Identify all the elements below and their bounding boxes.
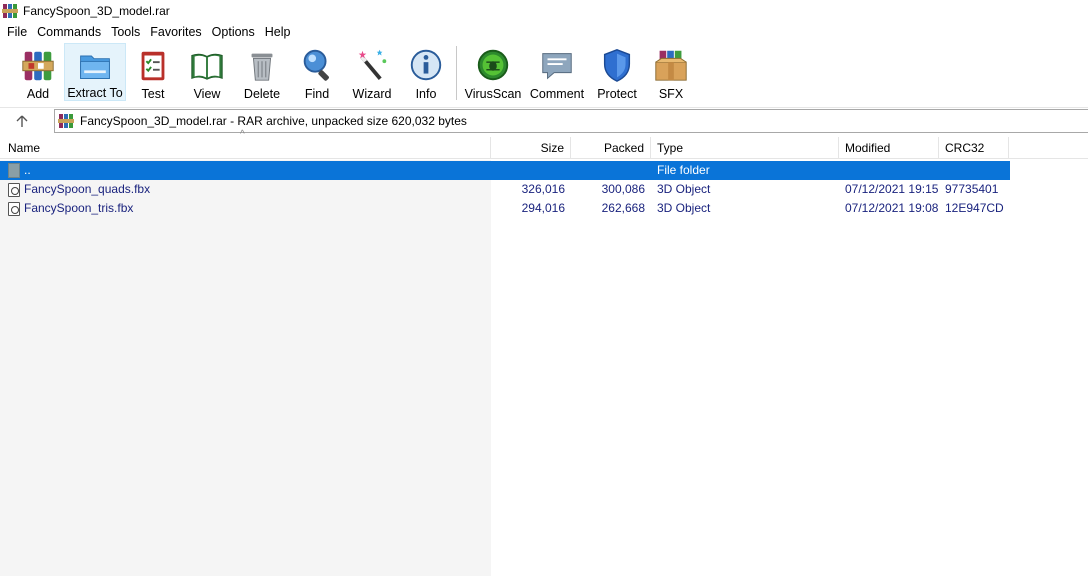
menu-favorites[interactable]: Favorites bbox=[145, 22, 206, 43]
virusscan-button[interactable]: VirusScan bbox=[461, 43, 525, 101]
view-label: View bbox=[193, 87, 221, 101]
row-type: 3D Object bbox=[657, 201, 711, 215]
fbx-file-icon bbox=[8, 183, 20, 197]
row-name: .. bbox=[24, 163, 31, 177]
test-clipboard-icon bbox=[141, 51, 165, 81]
row-name: FancySpoon_tris.fbx bbox=[24, 201, 134, 215]
toolbar-separator bbox=[456, 46, 457, 100]
fbx-file-icon bbox=[8, 202, 20, 216]
view-book-icon bbox=[191, 53, 223, 80]
test-button[interactable]: Test bbox=[126, 43, 180, 101]
column-header-row: ^ Name Size Packed Type Modified CRC32 bbox=[0, 130, 1088, 159]
comment-label: Comment bbox=[529, 87, 585, 101]
comment-icon bbox=[542, 53, 572, 80]
row-size: 326,016 bbox=[521, 182, 565, 196]
menu-bar: File Commands Tools Favorites Options He… bbox=[0, 22, 1088, 43]
row-size: 294,016 bbox=[521, 201, 565, 215]
row-modified: 07/12/2021 19:08 bbox=[845, 201, 939, 215]
magnifier-icon bbox=[303, 49, 329, 81]
title-bar: FancySpoon_3D_model.rar bbox=[0, 0, 1088, 22]
virus-scan-icon bbox=[477, 49, 509, 81]
winrar-app-icon bbox=[2, 3, 18, 19]
menu-options[interactable]: Options bbox=[207, 22, 260, 43]
extract-to-button[interactable]: Extract To bbox=[64, 43, 126, 101]
parent-folder-icon bbox=[8, 163, 20, 178]
comment-button[interactable]: Comment bbox=[525, 43, 589, 101]
row-type: File folder bbox=[657, 163, 710, 177]
menu-tools[interactable]: Tools bbox=[106, 22, 145, 43]
trash-icon bbox=[251, 53, 273, 81]
row-type: 3D Object bbox=[657, 182, 711, 196]
add-label: Add bbox=[26, 87, 50, 101]
protect-button[interactable]: Protect bbox=[589, 43, 645, 101]
wizard-label: Wizard bbox=[352, 87, 392, 101]
row-packed: 300,086 bbox=[601, 182, 645, 196]
sfx-label: SFX bbox=[658, 87, 684, 101]
arrow-up-icon bbox=[16, 115, 28, 127]
info-icon bbox=[410, 49, 442, 81]
info-button[interactable]: Info bbox=[400, 43, 452, 101]
find-label: Find bbox=[304, 87, 330, 101]
address-bar: FancySpoon_3D_model.rar - RAR archive, u… bbox=[0, 107, 1088, 133]
list-item-file[interactable]: FancySpoon_quads.fbx 326,016 300,086 3D … bbox=[0, 180, 1010, 199]
magic-wand-icon bbox=[358, 49, 387, 80]
column-header-name[interactable]: Name bbox=[0, 137, 491, 159]
row-crc32: 12E947CD bbox=[945, 201, 1004, 215]
toolbar: Add Extract To Test View Delete Find Wiz… bbox=[0, 43, 1088, 103]
path-field[interactable]: FancySpoon_3D_model.rar - RAR archive, u… bbox=[54, 109, 1088, 133]
wizard-button[interactable]: Wizard bbox=[344, 43, 400, 101]
delete-button[interactable]: Delete bbox=[234, 43, 290, 101]
column-header-crc32[interactable]: CRC32 bbox=[939, 137, 1009, 159]
extract-folder-icon bbox=[80, 55, 110, 79]
column-header-size[interactable]: Size bbox=[491, 137, 571, 159]
protect-label: Protect bbox=[597, 87, 637, 101]
virusscan-label: VirusScan bbox=[464, 87, 522, 101]
column-header-packed[interactable]: Packed bbox=[571, 137, 651, 159]
archive-icon bbox=[58, 113, 74, 129]
test-label: Test bbox=[141, 87, 165, 101]
menu-file[interactable]: File bbox=[2, 22, 32, 43]
add-button[interactable]: Add bbox=[12, 43, 64, 101]
extract-to-label: Extract To bbox=[67, 86, 123, 100]
view-button[interactable]: View bbox=[180, 43, 234, 101]
row-modified: 07/12/2021 19:15 bbox=[845, 182, 939, 196]
delete-label: Delete bbox=[243, 87, 281, 101]
column-header-type[interactable]: Type bbox=[651, 137, 839, 159]
find-button[interactable]: Find bbox=[290, 43, 344, 101]
add-archive-icon bbox=[22, 51, 54, 81]
menu-commands[interactable]: Commands bbox=[32, 22, 106, 43]
list-item-parent-folder[interactable]: .. File folder bbox=[0, 161, 1010, 180]
row-packed: 262,668 bbox=[601, 201, 645, 215]
row-name: FancySpoon_quads.fbx bbox=[24, 182, 151, 196]
list-item-file[interactable]: FancySpoon_tris.fbx 294,016 262,668 3D O… bbox=[0, 199, 1010, 218]
file-list: .. File folder FancySpoon_quads.fbx 326,… bbox=[0, 160, 1088, 576]
column-header-modified[interactable]: Modified bbox=[839, 137, 939, 159]
path-text: FancySpoon_3D_model.rar - RAR archive, u… bbox=[80, 114, 467, 128]
up-button[interactable] bbox=[0, 109, 44, 133]
window-title: FancySpoon_3D_model.rar bbox=[23, 4, 170, 18]
name-column-background bbox=[0, 160, 491, 576]
menu-help[interactable]: Help bbox=[260, 22, 296, 43]
info-label: Info bbox=[415, 87, 437, 101]
sfx-button[interactable]: SFX bbox=[645, 43, 697, 101]
shield-icon bbox=[603, 49, 631, 82]
sfx-box-icon bbox=[655, 50, 687, 81]
row-crc32: 97735401 bbox=[945, 182, 999, 196]
